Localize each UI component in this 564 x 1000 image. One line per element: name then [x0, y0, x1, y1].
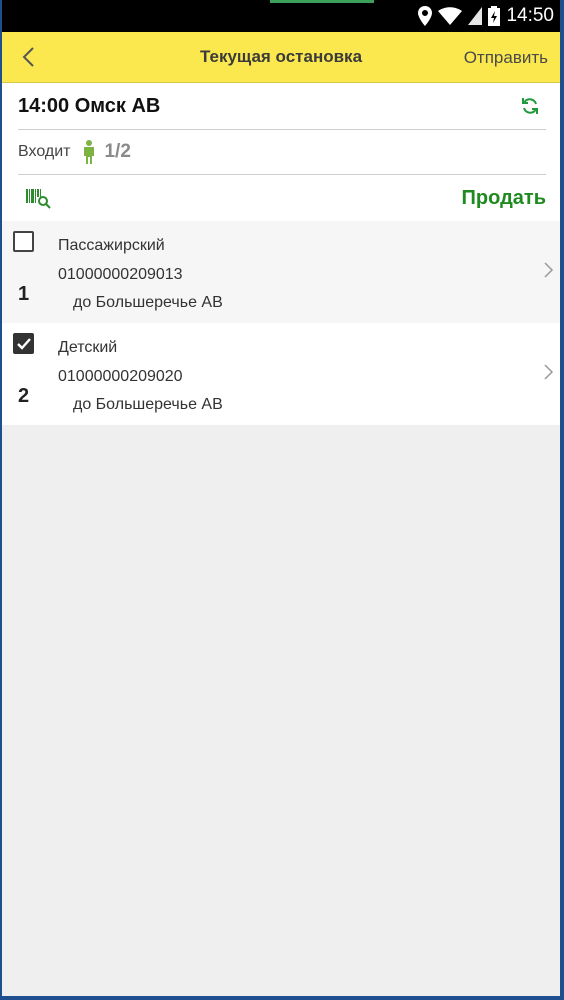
app-window: 14:50 Текущая остановка Отправить 14:00 …: [2, 0, 560, 996]
app-header: Текущая остановка Отправить: [2, 32, 560, 83]
barcode-search-icon[interactable]: [26, 187, 52, 209]
status-accent-line: [270, 0, 374, 3]
signal-icon: [468, 7, 483, 25]
refresh-icon[interactable]: [520, 96, 540, 116]
ticket-item[interactable]: 2 Детский 01000000209020 до Большеречье …: [2, 323, 560, 425]
trip-row: 14:00 Омск АВ: [18, 83, 546, 130]
ticket-checkbox[interactable]: [13, 231, 34, 252]
chevron-right-icon: [544, 262, 554, 278]
chevron-right-icon: [544, 364, 554, 380]
ticket-list: 1 Пассажирский 01000000209013 до Большер…: [2, 221, 560, 425]
boarding-label: Входит: [18, 143, 71, 160]
ticket-destination: до Большеречье АВ: [73, 396, 223, 413]
status-bar: 14:50: [2, 0, 560, 32]
status-icons: 14:50: [418, 4, 554, 28]
ticket-number: 1: [18, 283, 30, 305]
send-button[interactable]: Отправить: [464, 48, 548, 68]
wifi-icon: [438, 7, 463, 25]
boarding-count: 1/2: [104, 141, 131, 162]
boarding-row: Входит 1/2: [18, 130, 546, 175]
ticket-type: Детский: [58, 339, 118, 356]
trip-info-panel: 14:00 Омск АВ Входит 1/2 Продать: [2, 83, 560, 221]
ticket-destination: до Большеречье АВ: [73, 294, 223, 311]
ticket-code: 01000000209013: [58, 266, 183, 283]
sell-button[interactable]: Продать: [462, 187, 546, 210]
trip-title: 14:00 Омск АВ: [18, 94, 161, 117]
checkmark-icon: [17, 338, 31, 350]
battery-icon: [488, 6, 501, 26]
actions-row: Продать: [18, 175, 546, 221]
person-icon: [82, 140, 96, 164]
ticket-number: 2: [18, 385, 30, 407]
ticket-checkbox[interactable]: [13, 333, 34, 354]
status-time: 14:50: [506, 5, 554, 26]
location-icon: [418, 6, 433, 26]
ticket-type: Пассажирский: [58, 237, 165, 254]
ticket-code: 01000000209020: [58, 368, 183, 385]
ticket-item[interactable]: 1 Пассажирский 01000000209013 до Большер…: [2, 221, 560, 323]
